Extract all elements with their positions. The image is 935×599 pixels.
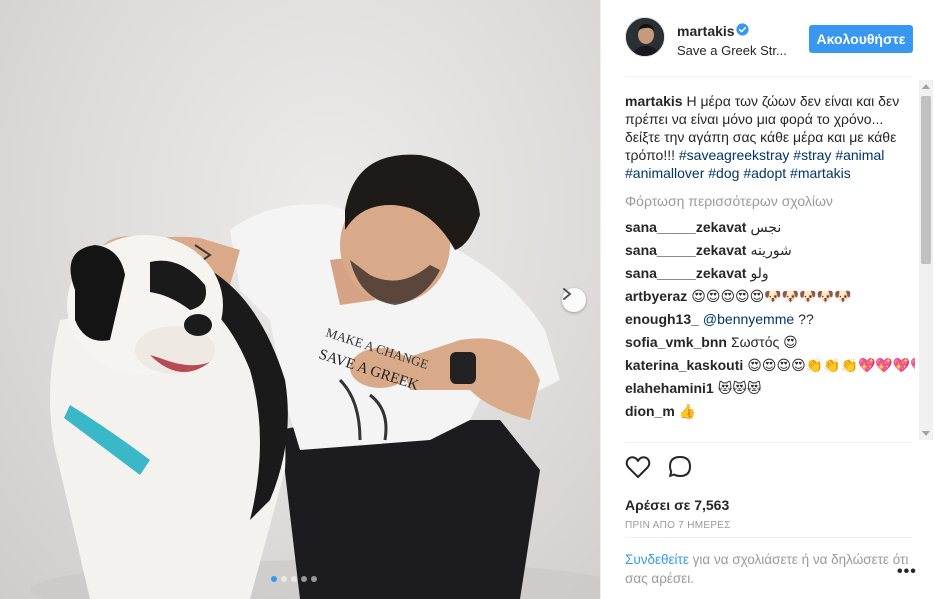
verified-badge-icon <box>736 23 749 36</box>
comment-username[interactable]: elahehamini1 <box>625 380 714 396</box>
comment-username[interactable]: sana_____zekavat <box>625 265 746 281</box>
scroll-down-arrow-icon[interactable] <box>922 431 930 436</box>
hashtag[interactable]: #martakis <box>790 165 851 181</box>
comment-username[interactable]: artbyeraz <box>625 288 687 304</box>
post-details-panel: martakis Save a Greek Str... Ακολουθήστε… <box>600 0 935 599</box>
load-more-comments[interactable]: Φόρτωση περισσότερων σχολίων <box>625 192 915 210</box>
scroll-up-arrow-icon[interactable] <box>922 84 930 89</box>
comment-text: ولو <box>750 265 769 281</box>
caption-username[interactable]: martakis <box>625 93 683 109</box>
carousel-dot <box>301 576 307 582</box>
hashtag[interactable]: #adopt <box>743 165 786 181</box>
comment: enough13_ @bennyemme?? <box>625 310 915 328</box>
comment-text: 😍😍😍😍👏👏👏💖💖💖💖💖 <box>747 357 915 373</box>
comment-mention[interactable]: @bennyemme <box>703 311 794 327</box>
comment-text: 😻😻😻 <box>717 380 762 396</box>
comments-list: martakis Η μέρα των ζώων δεν είναι και δ… <box>625 92 915 440</box>
comment-username[interactable]: enough13_ <box>625 311 699 327</box>
comment: dion_m 👍 <box>625 402 915 420</box>
comment: katerina_kaskouti😍😍😍😍👏👏👏💖💖💖💖💖 <box>625 356 915 374</box>
likes-count[interactable]: Αρέσει σε 7,563 <box>625 497 912 513</box>
post-photo[interactable]: MAKE A CHANGE SAVE A GREEK <box>0 0 600 599</box>
carousel-dot <box>271 576 277 582</box>
comment-text: شورینه <box>750 242 792 258</box>
hashtag[interactable]: #animal <box>835 147 884 163</box>
comment: elahehamini1 😻😻😻 <box>625 379 915 397</box>
hashtag[interactable]: #dog <box>708 165 739 181</box>
login-prompt: Συνδεθείτε για να σχολιάσετε ή να δηλώσε… <box>625 537 912 588</box>
avatar[interactable] <box>625 17 665 57</box>
comment-username[interactable]: sana_____zekavat <box>625 242 746 258</box>
post-header: martakis Save a Greek Str... Ακολουθήστε <box>625 17 913 77</box>
hashtag[interactable]: #stray <box>793 147 831 163</box>
comment-text: نجس <box>750 219 782 235</box>
comment: sofia_vmk_bnn Σωστός 😍 <box>625 333 915 351</box>
photo-illustration: MAKE A CHANGE SAVE A GREEK <box>30 154 600 599</box>
more-options-icon[interactable]: ••• <box>897 563 917 581</box>
comment-username[interactable]: katerina_kaskouti <box>625 357 743 373</box>
carousel-dot <box>281 576 287 582</box>
carousel-dot <box>291 576 297 582</box>
comment-text: 😍😍😍😍😍🐶🐶🐶🐶🐶 <box>691 288 852 304</box>
comment-username[interactable]: dion_m <box>625 403 675 419</box>
scrollbar-thumb[interactable] <box>921 96 931 264</box>
comment: sana_____zekavat نجس <box>625 218 915 236</box>
comment-text: ?? <box>798 311 814 327</box>
comment-username[interactable]: sofia_vmk_bnn <box>625 334 727 350</box>
avatar-image <box>626 18 664 56</box>
comment-text: Σωστός 😍 <box>730 334 798 350</box>
heart-icon[interactable] <box>625 455 651 479</box>
next-photo-button[interactable] <box>562 288 586 312</box>
post-location[interactable]: Save a Greek Str... <box>677 43 787 58</box>
post-caption: martakis Η μέρα των ζώων δεν είναι και δ… <box>625 92 915 182</box>
comment-text: 👍 <box>678 403 697 419</box>
comment: sana_____zekavat ولو <box>625 264 915 282</box>
hashtag[interactable]: #animallover <box>625 165 704 181</box>
chevron-right-icon <box>563 288 572 300</box>
comment-username[interactable]: sana_____zekavat <box>625 219 746 235</box>
post-timestamp[interactable]: ΠΡΙΝ ΑΠΟ 7 ΗΜΕΡΕΣ <box>625 520 912 531</box>
comment: sana_____zekavat شورینه <box>625 241 915 259</box>
action-icons-row <box>625 455 912 481</box>
hashtag[interactable]: #saveagreekstray <box>679 147 790 163</box>
comments-scrollbar[interactable] <box>919 80 933 440</box>
post-actions: Αρέσει σε 7,563 ΠΡΙΝ ΑΠΟ 7 ΗΜΕΡΕΣ <box>625 442 912 531</box>
comment-bubble-icon[interactable] <box>667 455 693 479</box>
login-link[interactable]: Συνδεθείτε <box>625 552 689 567</box>
comment: artbyeraz 😍😍😍😍😍🐶🐶🐶🐶🐶 <box>625 287 915 305</box>
post-author-username[interactable]: martakis <box>677 23 735 39</box>
follow-button[interactable]: Ακολουθήστε <box>809 25 913 53</box>
carousel-dot <box>311 576 317 582</box>
carousel-indicator <box>271 576 317 582</box>
